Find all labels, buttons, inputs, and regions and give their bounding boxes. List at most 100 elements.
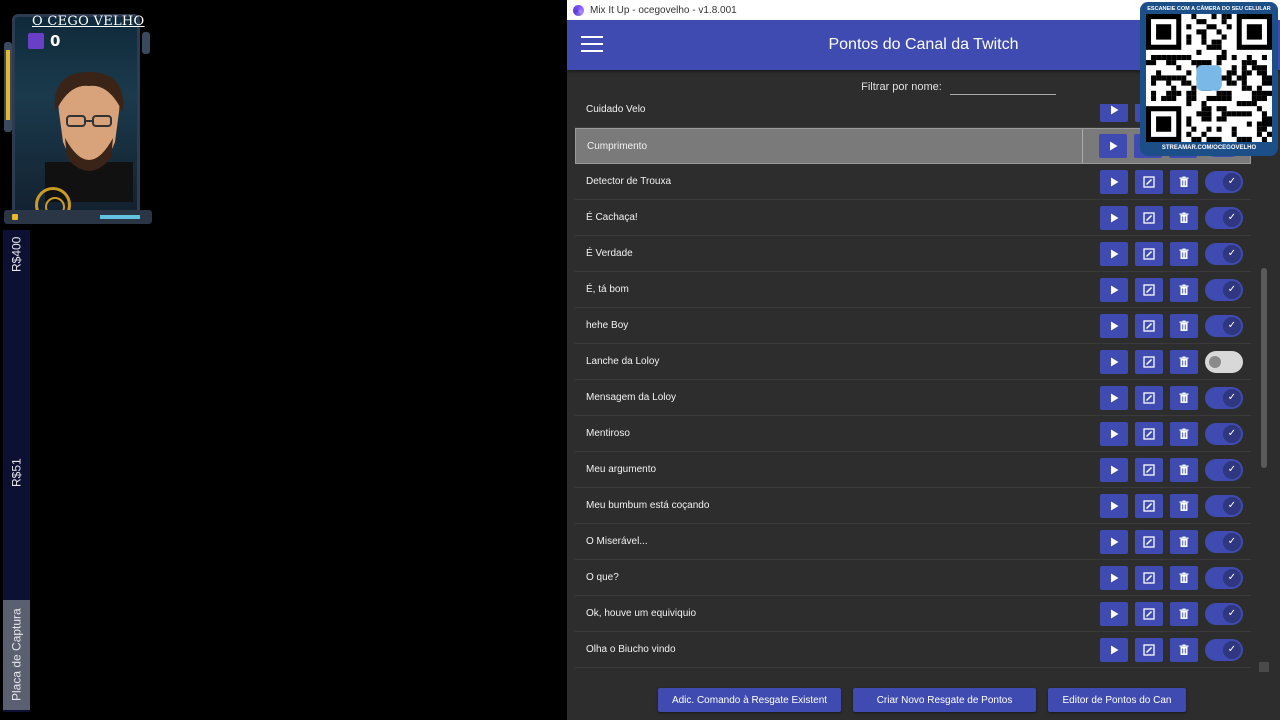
delete-button[interactable] (1170, 637, 1198, 662)
enable-toggle[interactable]: ✓ (1205, 494, 1243, 517)
play-button[interactable] (1100, 637, 1128, 662)
enable-toggle[interactable]: ✓ (1205, 314, 1243, 337)
list-item[interactable]: É, tá bom ✓ (575, 272, 1251, 308)
edit-button[interactable] (1135, 385, 1163, 410)
card-side-bar-left (4, 42, 12, 132)
points-editor-button[interactable]: Editor de Pontos do Can (1048, 688, 1186, 712)
list-item[interactable]: O Miserável... ✓ (575, 524, 1251, 560)
edit-button[interactable] (1135, 565, 1163, 590)
menu-icon[interactable] (581, 36, 603, 54)
strip-label-3: Placa de Captura (3, 600, 30, 710)
play-button[interactable] (1100, 457, 1128, 482)
play-button[interactable] (1100, 421, 1128, 446)
edit-button[interactable] (1135, 313, 1163, 338)
list-scrollbar[interactable] (1261, 268, 1267, 468)
enable-toggle[interactable]: ✓ (1205, 458, 1243, 481)
redemption-name: Mentiroso (586, 428, 630, 439)
filter-input[interactable] (949, 79, 1056, 95)
enable-toggle[interactable] (1205, 350, 1243, 373)
delete-button[interactable] (1170, 241, 1198, 266)
delete-button[interactable] (1170, 349, 1198, 374)
enable-toggle[interactable]: ✓ (1205, 242, 1243, 265)
delete-button[interactable] (1170, 529, 1198, 554)
play-button[interactable] (1100, 565, 1128, 590)
add-command-to-existing-button[interactable]: Adic. Comando à Resgate Existent (658, 688, 841, 712)
delete-button[interactable] (1170, 565, 1198, 590)
edit-button[interactable] (1135, 457, 1163, 482)
check-icon: ✓ (1223, 640, 1241, 659)
play-button[interactable] (1100, 529, 1128, 554)
check-icon: ✓ (1223, 280, 1241, 299)
enable-toggle[interactable]: ✓ (1205, 206, 1243, 229)
play-icon (1108, 608, 1120, 620)
play-button[interactable] (1100, 493, 1128, 518)
delete-button[interactable] (1170, 493, 1198, 518)
delete-button[interactable] (1170, 457, 1198, 482)
edit-icon (1143, 391, 1155, 404)
list-item[interactable]: O que? ✓ (575, 560, 1251, 596)
list-item[interactable]: Olha o Biucho vindo ✓ (575, 632, 1251, 668)
enable-toggle[interactable]: ✓ (1205, 170, 1243, 193)
delete-button[interactable] (1170, 205, 1198, 230)
list-item[interactable]: Ok, houve um equiviquio ✓ (575, 596, 1251, 632)
list-item[interactable]: Meu argumento ✓ (575, 452, 1251, 488)
redemption-name: Lanche da Loloy (586, 356, 660, 367)
enable-toggle[interactable]: ✓ (1205, 602, 1243, 625)
delete-button[interactable] (1170, 421, 1198, 446)
list-item[interactable]: Detector de Trouxa ✓ (575, 164, 1251, 200)
delete-button[interactable] (1170, 385, 1198, 410)
edit-button[interactable] (1135, 277, 1163, 302)
enable-toggle[interactable]: ✓ (1205, 386, 1243, 409)
edit-icon (1143, 355, 1155, 368)
enable-toggle[interactable]: ✓ (1205, 638, 1243, 661)
enable-toggle[interactable]: ✓ (1205, 422, 1243, 445)
enable-toggle[interactable]: ✓ (1205, 566, 1243, 589)
play-button[interactable] (1100, 349, 1128, 374)
list-item[interactable]: Mensagem da Loloy ✓ (575, 380, 1251, 416)
trash-icon (1178, 284, 1190, 296)
play-button[interactable] (1100, 205, 1128, 230)
list-item[interactable]: Lanche da Loloy (575, 344, 1251, 380)
play-button[interactable] (1100, 313, 1128, 338)
list-item[interactable]: hehe Boy ✓ (575, 308, 1251, 344)
list-item[interactable]: ✓ (575, 668, 1251, 672)
edit-button[interactable] (1135, 493, 1163, 518)
play-button[interactable] (1100, 169, 1128, 194)
edit-button[interactable] (1135, 169, 1163, 194)
delete-button[interactable] (1170, 313, 1198, 338)
play-button[interactable] (1100, 241, 1128, 266)
trash-icon (1178, 356, 1190, 368)
delete-button[interactable] (1170, 277, 1198, 302)
edit-button[interactable] (1135, 349, 1163, 374)
check-icon: ✓ (1223, 424, 1241, 443)
play-button[interactable] (1100, 385, 1128, 410)
qr-bottom-text: STREAMAR.COM/OCEGOVELHO (1161, 145, 1257, 151)
redemptions-list: Cuidado Velo✓Cumprimento✓Detector de Tro… (567, 104, 1267, 672)
play-button[interactable] (1100, 104, 1128, 122)
list-item[interactable]: Mentiroso ✓ (575, 416, 1251, 452)
edit-button[interactable] (1135, 241, 1163, 266)
list-item[interactable]: É Cachaça! ✓ (575, 200, 1251, 236)
edit-button[interactable] (1135, 637, 1163, 662)
delete-button[interactable] (1170, 601, 1198, 626)
play-button[interactable] (1100, 601, 1128, 626)
play-button[interactable] (1099, 134, 1127, 158)
redemption-name: É, tá bom (586, 284, 629, 295)
edit-icon (1143, 211, 1155, 224)
edit-button[interactable] (1135, 421, 1163, 446)
enable-toggle[interactable]: ✓ (1205, 278, 1243, 301)
list-item[interactable]: Meu bumbum está coçando ✓ (575, 488, 1251, 524)
create-new-redemption-button[interactable]: Criar Novo Resgate de Pontos (853, 688, 1036, 712)
play-button[interactable] (1100, 277, 1128, 302)
redemption-name: É Cachaça! (586, 212, 638, 223)
delete-button[interactable] (1170, 169, 1198, 194)
redemption-name: O que? (586, 572, 619, 583)
side-strip: R$400 R$51 Placa de Captura (3, 230, 30, 712)
edit-button[interactable] (1135, 529, 1163, 554)
list-item[interactable]: É Verdade ✓ (575, 236, 1251, 272)
edit-button[interactable] (1135, 205, 1163, 230)
play-icon (1108, 104, 1120, 116)
enable-toggle[interactable]: ✓ (1205, 530, 1243, 553)
edit-button[interactable] (1135, 601, 1163, 626)
streamer-avatar (45, 72, 133, 202)
